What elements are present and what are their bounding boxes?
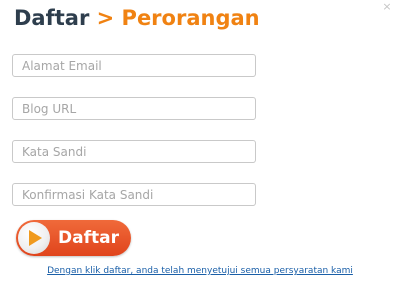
play-icon bbox=[18, 222, 50, 254]
terms-link[interactable]: Dengan klik daftar, anda telah menyetuju… bbox=[0, 266, 400, 276]
registration-dialog: Daftar > Perorangan × Daftar Dengan klik… bbox=[0, 0, 400, 290]
blog-url-field[interactable] bbox=[12, 97, 256, 120]
title-separator: > bbox=[96, 6, 115, 30]
play-triangle bbox=[29, 230, 42, 246]
confirm-password-field[interactable] bbox=[12, 183, 256, 206]
daftar-button-label: Daftar bbox=[58, 228, 119, 248]
page-title: Daftar > Perorangan bbox=[14, 5, 260, 31]
title-sub: Perorangan bbox=[121, 6, 260, 30]
daftar-button[interactable]: Daftar bbox=[16, 220, 131, 256]
password-field[interactable] bbox=[12, 140, 256, 163]
close-icon[interactable]: × bbox=[381, 1, 393, 13]
email-field[interactable] bbox=[12, 54, 256, 77]
title-main: Daftar bbox=[14, 6, 90, 30]
